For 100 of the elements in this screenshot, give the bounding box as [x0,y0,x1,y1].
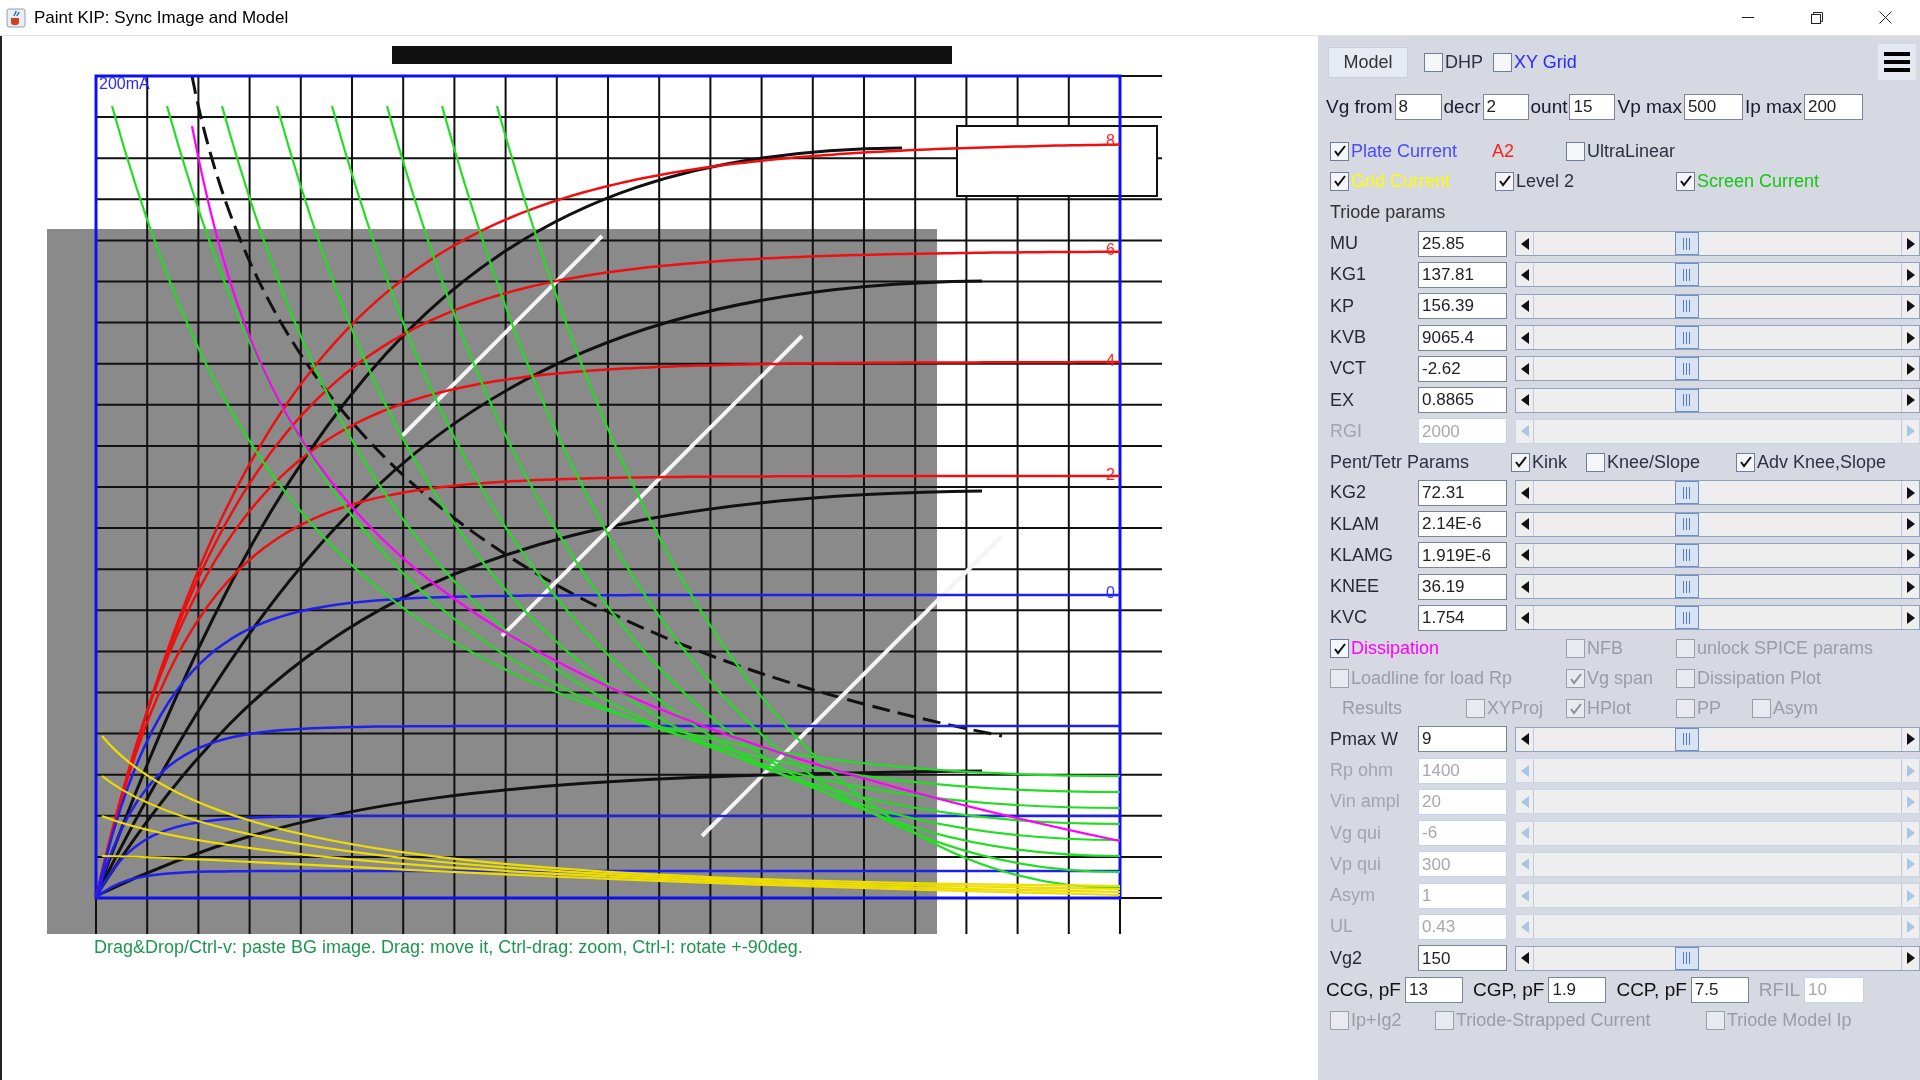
input-field[interactable]: 1.919E-6 [1418,542,1507,569]
param-label: KG2 [1330,481,1368,505]
slider-thumb[interactable] [1674,388,1699,412]
checkmark-icon [1332,641,1347,656]
triangle-right-icon [1906,795,1915,808]
input-field[interactable]: 7.5 [1690,976,1749,1003]
menu-icon [1884,51,1910,73]
input-field[interactable]: 150 [1418,945,1507,972]
scroll-right-button[interactable] [1901,481,1919,505]
checkbox[interactable] [1566,141,1585,161]
scroll-left-button[interactable] [1516,294,1534,318]
checkbox[interactable] [1330,639,1349,659]
triangle-left-icon [1520,518,1529,530]
input-field[interactable]: 500 [1683,94,1743,120]
checkbox-label: PP [1697,697,1721,721]
checkbox-label: Asym [1773,697,1818,721]
scroll-right-button[interactable] [1901,232,1919,256]
section-label: A2 [1492,139,1516,163]
menu-button[interactable] [1878,44,1916,80]
checkbox[interactable] [1424,52,1443,72]
checkmark-icon [1513,455,1528,470]
scroll-right-button[interactable] [1901,388,1919,412]
scroll-right-button[interactable] [1901,946,1919,970]
triangle-left-icon [1520,733,1529,746]
triangle-right-icon [1906,394,1915,407]
checkmark-icon [1678,174,1693,188]
scroll-left-button[interactable] [1516,481,1534,505]
slider-thumb[interactable] [1674,543,1699,567]
checkmark-icon [1332,144,1347,158]
checkbox[interactable] [1330,171,1349,191]
checkmark-icon [1568,671,1583,686]
input-field[interactable]: 36.19 [1418,573,1507,600]
slider-thumb[interactable] [1674,357,1699,381]
slider-thumb[interactable] [1674,294,1699,318]
scroll-right-button[interactable] [1901,727,1919,751]
scroll-left-button[interactable] [1516,543,1534,567]
scroll-left-button[interactable] [1516,357,1534,381]
triangle-left-icon [1520,764,1529,777]
scroll-right-button[interactable] [1901,263,1919,287]
input-field[interactable]: 1.754 [1418,604,1507,631]
slider-thumb[interactable] [1674,326,1699,350]
input-field[interactable]: 2.14E-6 [1418,511,1507,537]
scroll-right-button[interactable] [1901,543,1919,567]
triangle-left-icon [1520,549,1529,562]
checkbox[interactable] [1495,171,1514,191]
input-field[interactable]: 137.81 [1418,261,1507,288]
checkbox[interactable] [1493,52,1512,72]
scroll-left-button[interactable] [1516,606,1534,630]
checkbox[interactable] [1736,452,1755,472]
checkbox[interactable] [1586,452,1605,472]
slider-thumb[interactable] [1674,263,1699,287]
param-label: KVC [1330,606,1368,630]
input-field[interactable]: -2.62 [1418,355,1507,382]
scroll-right-button[interactable] [1901,294,1919,318]
input-field[interactable]: 13 [1404,976,1463,1003]
scroll-left-button[interactable] [1516,727,1534,751]
slider-thumb[interactable] [1674,512,1699,536]
scroll-left-button[interactable] [1516,263,1534,287]
checkbox[interactable] [1330,141,1349,161]
slider-thumb[interactable] [1674,481,1699,505]
checkbox-label: DHP [1445,50,1483,74]
restore-icon [1810,11,1823,24]
slider-thumb[interactable] [1674,606,1699,630]
input-field[interactable]: 2 [1482,94,1529,120]
scroll-left-button[interactable] [1516,575,1534,599]
input-field[interactable]: 1.9 [1548,976,1607,1003]
slider-thumb[interactable] [1674,575,1699,599]
scroll-left-button[interactable] [1516,326,1534,350]
scroll-right-button[interactable] [1901,512,1919,536]
checkbox[interactable] [1676,171,1695,191]
scroll-left-button[interactable] [1516,388,1534,412]
scroll-left-button[interactable] [1516,232,1534,256]
checkbox[interactable] [1511,452,1530,472]
scroll-right-button[interactable] [1901,606,1919,630]
input-field[interactable]: 72.31 [1418,479,1507,506]
scroll-left-button[interactable] [1516,512,1534,536]
scroll-right-button[interactable] [1901,357,1919,381]
scroll-right-button[interactable] [1901,575,1919,599]
input-field[interactable]: 200 [1803,94,1863,120]
slider-thumb[interactable] [1674,232,1699,256]
input-field[interactable]: 8 [1394,94,1442,120]
triangle-left-icon [1520,827,1529,840]
slider-thumb[interactable] [1674,946,1699,970]
checkmark-icon [1568,701,1583,716]
input-field[interactable]: 0.8865 [1418,387,1507,414]
triangle-right-icon [1906,425,1915,438]
param-label: KVB [1330,326,1368,350]
field-label: ount [1530,94,1568,119]
scroll-right-button[interactable] [1901,326,1919,350]
scroll-left-button[interactable] [1516,946,1534,970]
triangle-right-icon [1906,300,1915,313]
slider-thumb[interactable] [1674,727,1699,751]
triangle-right-icon [1906,331,1915,344]
model-button[interactable]: Model [1328,46,1408,78]
field-label: CCP, pF [1616,977,1687,1002]
input-field[interactable]: 15 [1569,94,1616,120]
input-field[interactable]: 25.85 [1418,230,1507,257]
input-field[interactable]: 9 [1418,726,1507,753]
input-field[interactable]: 9065.4 [1418,324,1507,351]
input-field[interactable]: 156.39 [1418,293,1507,320]
